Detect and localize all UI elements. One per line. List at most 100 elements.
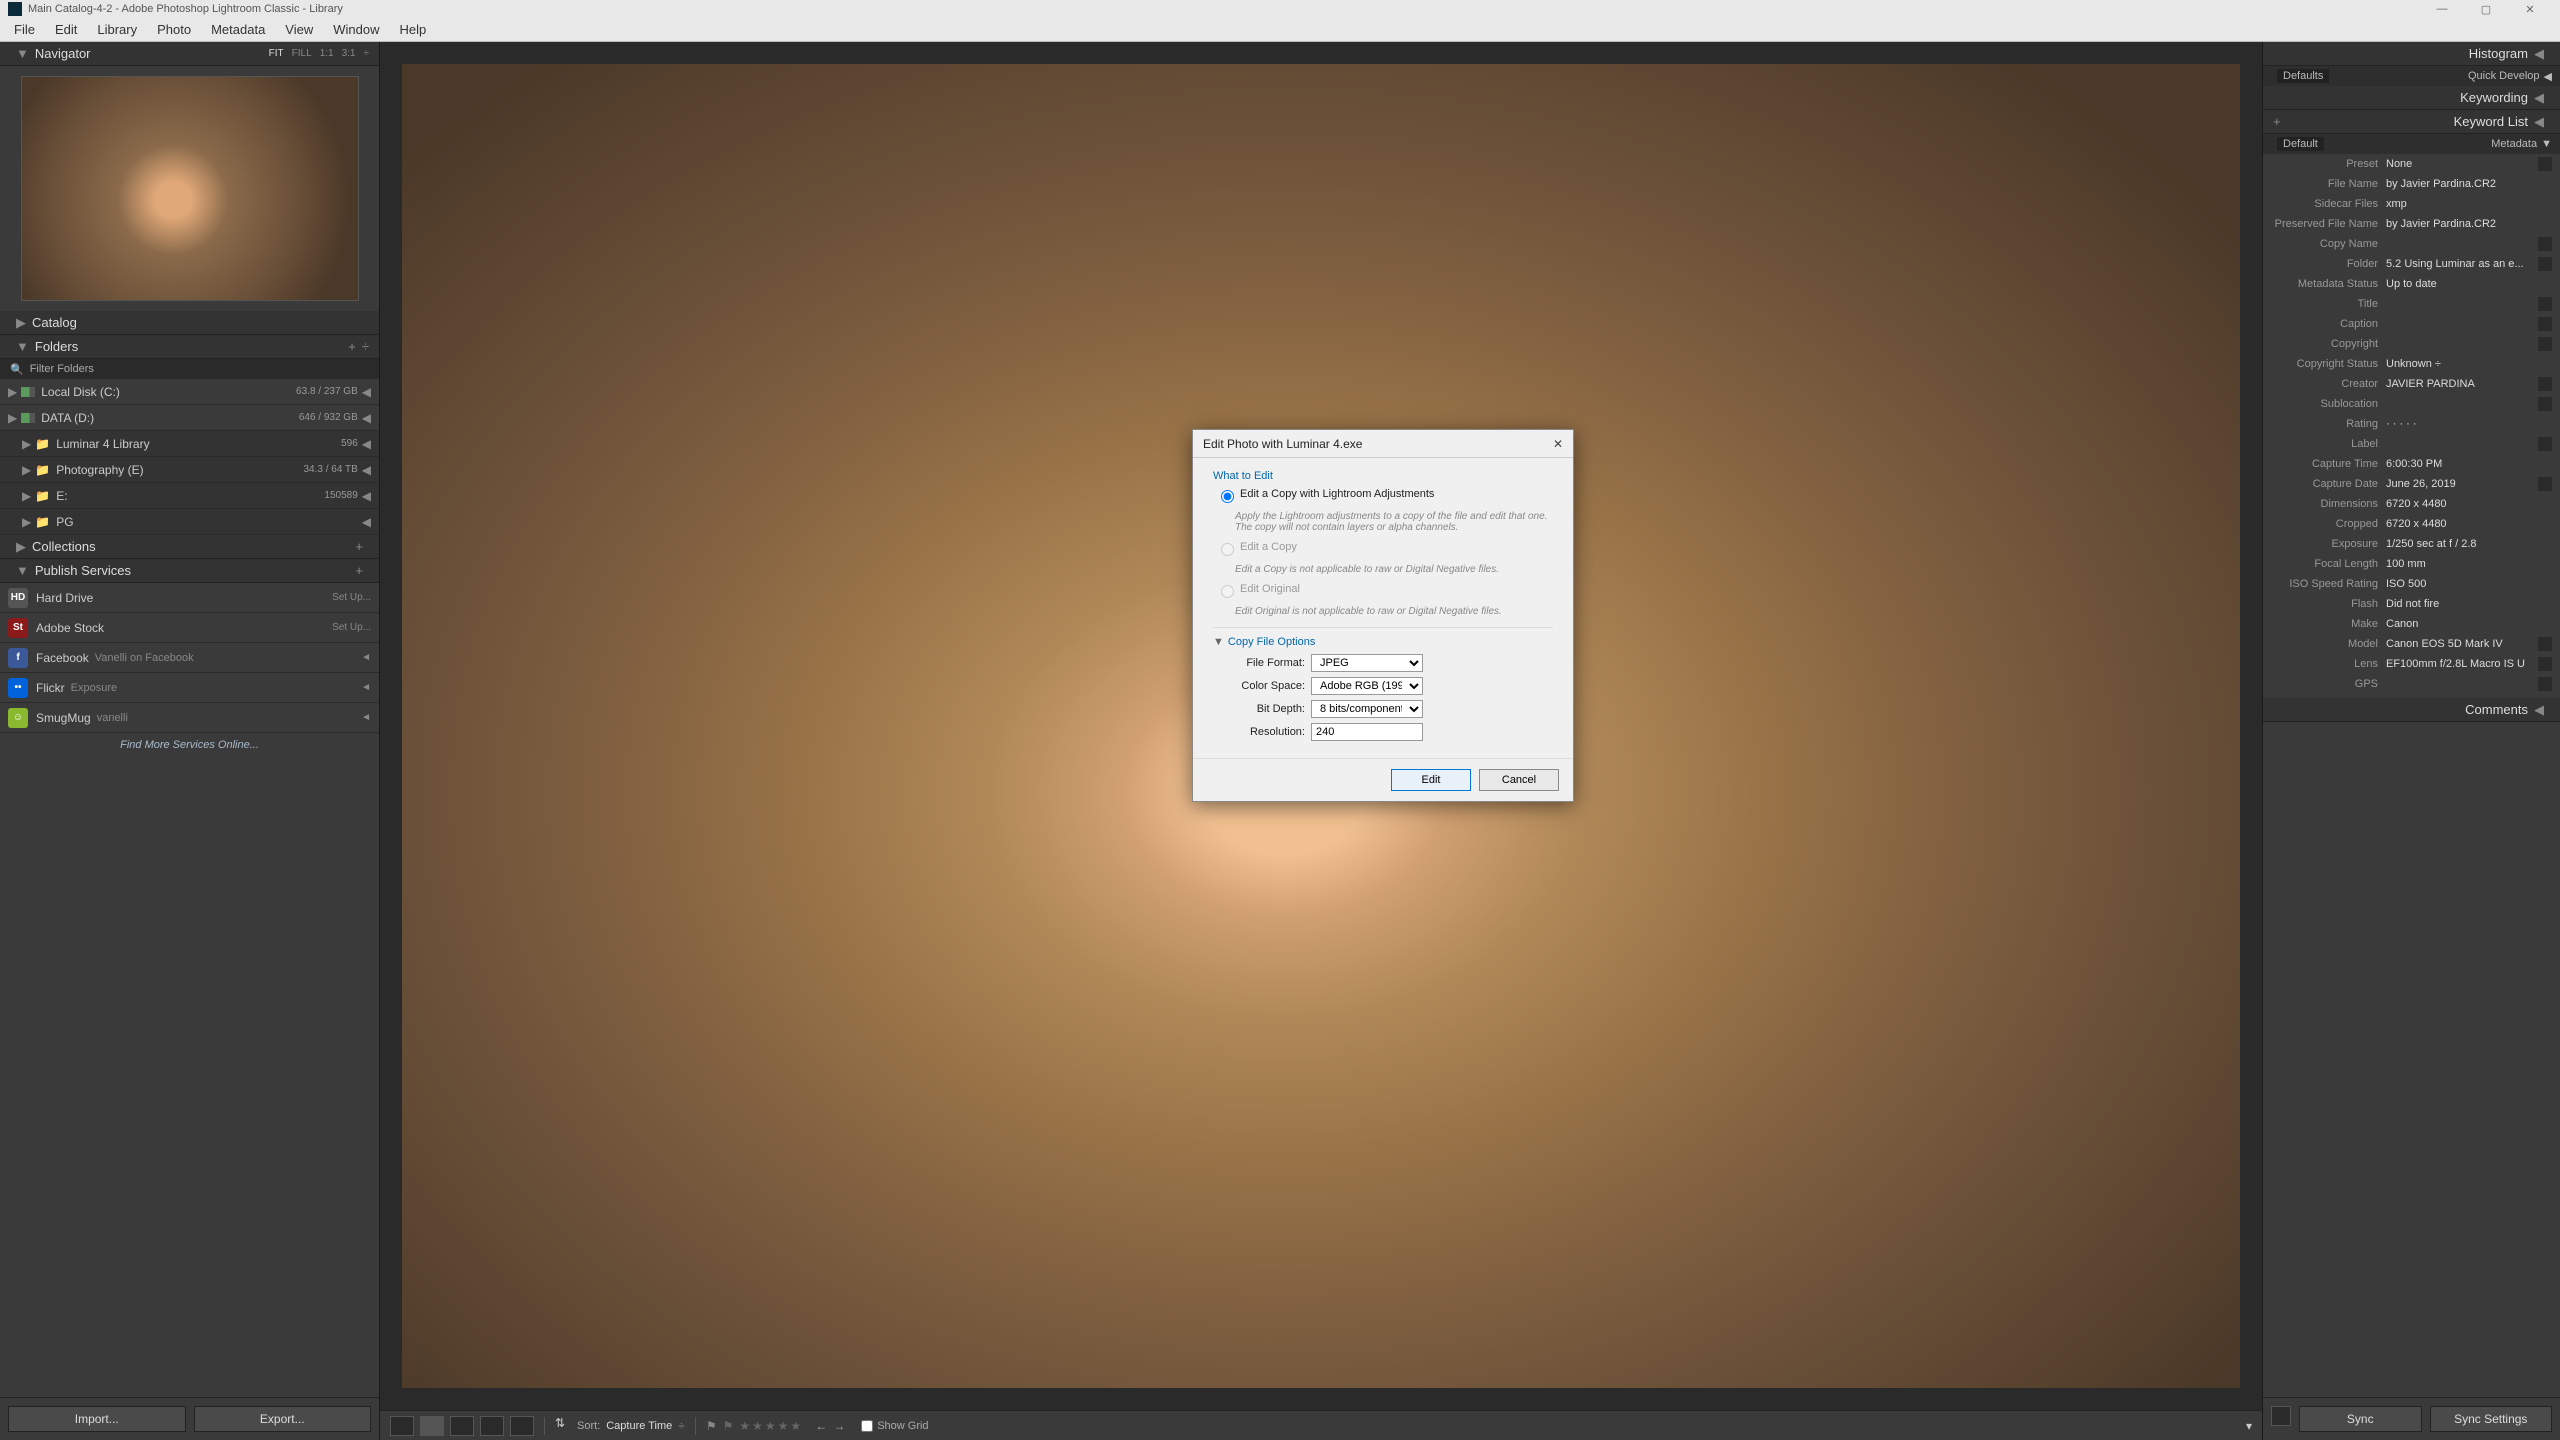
chevron-left-icon[interactable]: ◀ bbox=[362, 489, 371, 503]
flag-pick-icon[interactable]: ⚑ bbox=[706, 1419, 717, 1433]
minimize-icon[interactable]: — bbox=[2420, 0, 2464, 18]
meta-value[interactable]: JAVIER PARDINA bbox=[2386, 378, 2538, 390]
close-icon[interactable]: ✕ bbox=[2508, 0, 2552, 18]
resolution-input[interactable] bbox=[1311, 723, 1423, 741]
edit-original-radio[interactable] bbox=[1221, 585, 1234, 598]
edit-copy-adjustments-radio[interactable] bbox=[1221, 490, 1234, 503]
main-image-preview[interactable]: Edit Photo with Luminar 4.exe ✕ What to … bbox=[402, 64, 2240, 1388]
meta-action-icon[interactable] bbox=[2538, 317, 2552, 331]
find-more-link[interactable]: Find More Services Online... bbox=[0, 733, 379, 757]
nav-fit[interactable]: FIT bbox=[269, 48, 284, 59]
meta-action-icon[interactable] bbox=[2538, 297, 2552, 311]
maximize-icon[interactable]: ▢ bbox=[2464, 0, 2508, 18]
flag-reject-icon[interactable]: ⚑ bbox=[723, 1419, 734, 1433]
meta-value[interactable]: June 26, 2019 bbox=[2386, 478, 2538, 490]
catalog-header[interactable]: ▶ Catalog bbox=[0, 311, 379, 335]
service-setup[interactable]: ◄ bbox=[361, 652, 371, 663]
meta-value[interactable]: 6720 x 4480 bbox=[2386, 518, 2552, 530]
folder-row[interactable]: ▶📁PG◀ bbox=[0, 509, 379, 535]
plus-icon[interactable]: + bbox=[355, 539, 363, 554]
publish-service-row[interactable]: ☺SmugMugvanelli◄ bbox=[0, 703, 379, 733]
service-setup[interactable]: Set Up... bbox=[332, 622, 371, 633]
menu-view[interactable]: View bbox=[275, 22, 323, 37]
meta-value[interactable]: by Javier Pardina.CR2 bbox=[2386, 178, 2552, 190]
meta-action-icon[interactable] bbox=[2538, 397, 2552, 411]
meta-value[interactable]: EF100mm f/2.8L Macro IS U bbox=[2386, 658, 2538, 670]
preset-action-icon[interactable] bbox=[2538, 157, 2552, 171]
folder-row[interactable]: ▶📁E:150589◀ bbox=[0, 483, 379, 509]
dialog-close-icon[interactable]: ✕ bbox=[1553, 437, 1563, 451]
defaults-selector[interactable]: Defaults bbox=[2277, 69, 2329, 83]
cancel-button[interactable]: Cancel bbox=[1479, 769, 1559, 791]
meta-action-icon[interactable] bbox=[2538, 657, 2552, 671]
meta-value[interactable]: Unknown ÷ bbox=[2386, 358, 2552, 370]
survey-view-icon[interactable] bbox=[480, 1416, 504, 1436]
menu-photo[interactable]: Photo bbox=[147, 22, 201, 37]
next-icon[interactable]: → bbox=[833, 1419, 845, 1433]
publish-header[interactable]: ▼ Publish Services + bbox=[0, 559, 379, 583]
triangle-icon[interactable]: ▼ bbox=[1213, 636, 1224, 648]
chevron-left-icon[interactable]: ◀ bbox=[362, 463, 371, 477]
chevron-left-icon[interactable]: ◀ bbox=[362, 385, 371, 399]
meta-value[interactable]: Canon bbox=[2386, 618, 2552, 630]
toolbar-chevron-icon[interactable]: ▾ bbox=[2246, 1419, 2252, 1433]
keywording-header[interactable]: Keywording ◀ bbox=[2263, 86, 2560, 110]
service-setup[interactable]: Set Up... bbox=[332, 592, 371, 603]
navigator-header[interactable]: ▼ Navigator FIT FILL 1:1 3:1 ÷ bbox=[0, 42, 379, 66]
meta-value[interactable]: Canon EOS 5D Mark IV bbox=[2386, 638, 2538, 650]
folder-row[interactable]: ▶📁Photography (E)34.3 / 64 TB◀ bbox=[0, 457, 379, 483]
triangle-icon[interactable]: ▼ bbox=[16, 46, 29, 61]
nav-1to1[interactable]: 1:1 bbox=[320, 48, 334, 59]
chevron-down-icon[interactable]: ÷ bbox=[678, 1419, 685, 1433]
menu-metadata[interactable]: Metadata bbox=[201, 22, 275, 37]
meta-value[interactable]: Up to date bbox=[2386, 278, 2552, 290]
publish-service-row[interactable]: HDHard DriveSet Up... bbox=[0, 583, 379, 613]
meta-action-icon[interactable] bbox=[2538, 437, 2552, 451]
service-setup[interactable]: ◄ bbox=[361, 712, 371, 723]
publish-service-row[interactable]: StAdobe StockSet Up... bbox=[0, 613, 379, 643]
collections-header[interactable]: ▶ Collections + bbox=[0, 535, 379, 559]
plus-icon[interactable]: + bbox=[355, 563, 363, 578]
comments-header[interactable]: Comments ◀ bbox=[2263, 698, 2560, 722]
filter-folders[interactable]: 🔍 Filter Folders bbox=[0, 359, 379, 379]
show-grid-checkbox[interactable] bbox=[861, 1420, 873, 1432]
sort-dir-icon[interactable]: ⇅ bbox=[555, 1416, 571, 1436]
import-button[interactable]: Import... bbox=[8, 1406, 186, 1432]
chevron-icon[interactable]: ÷ bbox=[362, 339, 369, 354]
default-selector[interactable]: Default bbox=[2277, 137, 2324, 151]
prev-icon[interactable]: ← bbox=[815, 1419, 827, 1433]
grid-view-icon[interactable] bbox=[390, 1416, 414, 1436]
meta-action-icon[interactable] bbox=[2538, 337, 2552, 351]
rating-stars[interactable]: ★★★★★ bbox=[739, 1419, 803, 1433]
folders-header[interactable]: ▼ Folders + ÷ bbox=[0, 335, 379, 359]
chevron-left-icon[interactable]: ◀ bbox=[362, 437, 371, 451]
meta-value[interactable]: 1/250 sec at f / 2.8 bbox=[2386, 538, 2552, 550]
export-button[interactable]: Export... bbox=[194, 1406, 372, 1432]
edit-button[interactable]: Edit bbox=[1391, 769, 1471, 791]
meta-action-icon[interactable] bbox=[2538, 477, 2552, 491]
edit-copy-radio[interactable] bbox=[1221, 543, 1234, 556]
meta-value[interactable]: 5.2 Using Luminar as an e... bbox=[2386, 258, 2538, 270]
meta-value[interactable]: 100 mm bbox=[2386, 558, 2552, 570]
menu-help[interactable]: Help bbox=[390, 22, 437, 37]
meta-value[interactable]: 6:00:30 PM bbox=[2386, 458, 2552, 470]
people-view-icon[interactable] bbox=[510, 1416, 534, 1436]
meta-value[interactable]: xmp bbox=[2386, 198, 2552, 210]
chevron-down-icon[interactable]: ÷ bbox=[364, 48, 370, 59]
plus-icon[interactable]: + bbox=[2273, 114, 2281, 129]
menu-file[interactable]: File bbox=[4, 22, 45, 37]
chevron-left-icon[interactable]: ◀ bbox=[362, 515, 371, 529]
meta-value[interactable]: · · · · · bbox=[2386, 418, 2552, 430]
file-format-select[interactable]: JPEG bbox=[1311, 654, 1423, 672]
folder-row[interactable]: ▶📁Luminar 4 Library596◀ bbox=[0, 431, 379, 457]
sort-value[interactable]: Capture Time bbox=[606, 1420, 672, 1432]
color-space-select[interactable]: Adobe RGB (1998) bbox=[1311, 677, 1423, 695]
preset-value[interactable]: None bbox=[2386, 158, 2538, 170]
meta-action-icon[interactable] bbox=[2538, 237, 2552, 251]
drive-row[interactable]: ▶DATA (D:)646 / 932 GB◀ bbox=[0, 405, 379, 431]
meta-value[interactable]: 6720 x 4480 bbox=[2386, 498, 2552, 510]
publish-service-row[interactable]: ••FlickrExposure◄ bbox=[0, 673, 379, 703]
meta-action-icon[interactable] bbox=[2538, 677, 2552, 691]
compare-view-icon[interactable] bbox=[450, 1416, 474, 1436]
plus-icon[interactable]: + bbox=[348, 339, 356, 354]
